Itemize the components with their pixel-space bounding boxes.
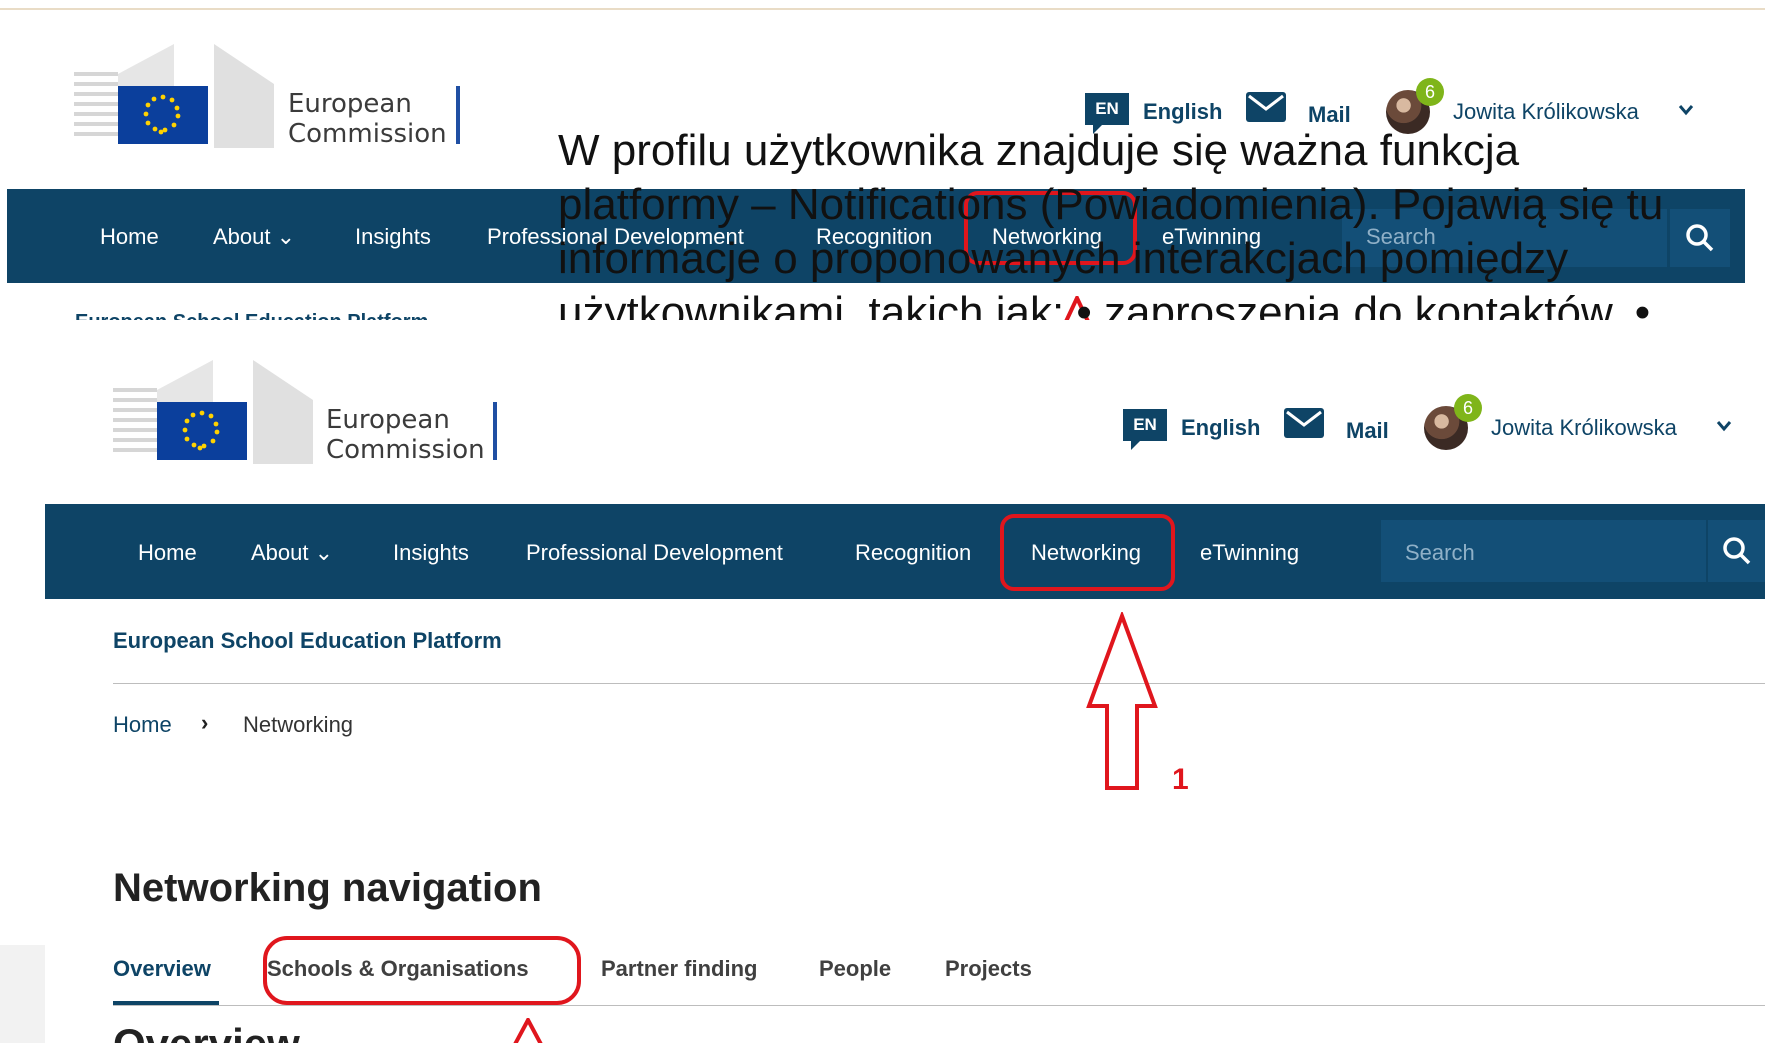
nav-about[interactable]: About ⌄ (251, 540, 333, 566)
nav-etwinning[interactable]: eTwinning (1200, 540, 1299, 566)
highlight-schools-organisations (263, 936, 581, 1005)
ec-logo (74, 44, 274, 148)
mail-icon[interactable] (1284, 408, 1324, 438)
notification-badge[interactable]: 6 (1416, 78, 1444, 106)
nav-about[interactable]: About ⌄ (213, 224, 295, 250)
notification-badge[interactable]: 6 (1454, 394, 1482, 422)
arrow-up-icon-2 (513, 1018, 543, 1043)
arrow-up-icon (1086, 612, 1158, 790)
breadcrumb-current: Networking (243, 712, 354, 737)
step-number-1: 1 (1172, 763, 1189, 796)
left-shadow (0, 945, 45, 1043)
ec-wordmark: European Commission (326, 405, 485, 465)
language-link[interactable]: English (1181, 415, 1260, 441)
ec-logo (113, 360, 313, 464)
tab-people[interactable]: People (819, 956, 891, 982)
tab-projects[interactable]: Projects (945, 956, 1032, 982)
language-icon[interactable]: EN (1085, 93, 1129, 134)
language-icon[interactable]: EN (1123, 409, 1167, 450)
breadcrumb-home[interactable]: Home (113, 712, 172, 738)
networking-navigation-heading: Networking navigation (113, 866, 542, 910)
nav-home[interactable]: Home (138, 540, 197, 566)
tab-overview[interactable]: Overview (113, 956, 211, 982)
user-avatar[interactable]: 6 (1424, 394, 1482, 450)
nav-professional-development[interactable]: Professional Development (526, 540, 783, 566)
tabs-divider (113, 1005, 1765, 1006)
ec-divider-bar (456, 86, 460, 144)
overlay-description: W profilu użytkownika znajduje się ważna… (558, 124, 1765, 340)
platform-title: European School Education Platform (113, 628, 502, 653)
mail-icon[interactable] (1246, 92, 1286, 122)
nav-insights[interactable]: Insights (355, 224, 431, 250)
nav-insights[interactable]: Insights (393, 540, 469, 566)
overlay-line-3: informacje o proponowanych interakcjach … (558, 234, 1569, 283)
language-link[interactable]: English (1143, 99, 1222, 125)
overlay-line-1: W profilu użytkownika znajduje się ważna… (558, 126, 1520, 175)
tab-partner-finding[interactable]: Partner finding (601, 956, 757, 982)
mail-link[interactable]: Mail (1346, 418, 1389, 444)
nav-recognition[interactable]: Recognition (855, 540, 971, 566)
search-icon (1722, 537, 1750, 565)
ec-divider-bar (493, 402, 497, 460)
search-button[interactable] (1708, 520, 1765, 582)
overview-heading: Overview (113, 1020, 300, 1043)
highlight-networking (1000, 514, 1175, 591)
front-screenshot: European Commission EN English Mail 6 Jow… (45, 320, 1765, 1043)
search-placeholder: Search (1405, 540, 1475, 565)
top-border-line (0, 8, 1765, 10)
user-menu-name[interactable]: Jowita Królikowska (1453, 99, 1639, 125)
ec-wordmark: European Commission (288, 89, 447, 149)
chevron-down-icon[interactable] (1678, 104, 1694, 116)
breadcrumb-separator: › (201, 710, 209, 735)
header-divider (113, 683, 1765, 684)
nav-home[interactable]: Home (100, 224, 159, 250)
user-menu-name[interactable]: Jowita Królikowska (1491, 415, 1677, 441)
overlay-line-2: platformy – Notifications (Powiadomienia… (558, 180, 1664, 229)
chevron-down-icon[interactable] (1716, 420, 1732, 432)
